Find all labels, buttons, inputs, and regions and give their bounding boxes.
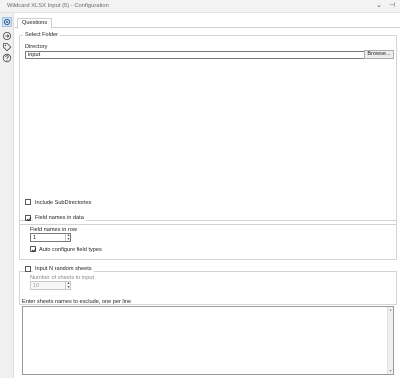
directory-label: Directory (25, 44, 48, 50)
field-names-in-data-label: Field names in data (33, 215, 86, 221)
tag-icon[interactable] (2, 42, 12, 52)
include-subdirectories-checkbox[interactable] (25, 199, 31, 205)
field-names-in-data-checkbox[interactable] (25, 215, 32, 222)
exclude-sheets-label: Enter sheets names to exclude, one per l… (22, 299, 132, 305)
auto-configure-checkbox[interactable] (30, 246, 37, 253)
configuration-panel: Questions Select Folder Directory input … (15, 13, 400, 378)
directory-input[interactable]: input (25, 51, 373, 59)
number-of-sheets-stepper[interactable]: 10 ▲ ▼ (30, 281, 71, 290)
pin-icon[interactable]: ⊣ (388, 1, 396, 11)
exclude-sheets-textarea[interactable]: ▲ ▼ (22, 306, 394, 375)
auto-configure-label: Auto configure field types (39, 247, 102, 253)
select-folder-title: Select Folder (23, 32, 60, 38)
tab-bar: Questions (15, 18, 400, 29)
connection-icon[interactable] (2, 31, 12, 41)
check-icon (31, 248, 37, 253)
check-icon (26, 217, 32, 222)
browse-button[interactable]: Browse... (364, 50, 394, 59)
select-folder-group (19, 35, 397, 225)
number-of-sheets-value: 10 (33, 283, 40, 289)
side-icon-rail (0, 13, 14, 378)
include-subdirectories-label: Include SubDirectories (35, 200, 92, 206)
window-title-bar: Wildcard XLSX Input (5) - Configuration … (0, 0, 400, 13)
stepper-down-icon[interactable]: ▼ (66, 237, 71, 242)
stepper-down-icon[interactable]: ▼ (66, 285, 71, 290)
tab-questions[interactable]: Questions (17, 18, 53, 29)
scroll-up-icon[interactable]: ▲ (388, 308, 393, 312)
collapse-icon[interactable]: ⌄ (375, 1, 383, 11)
field-names-group (19, 220, 397, 260)
settings-icon[interactable] (2, 17, 12, 27)
scroll-down-icon[interactable]: ▼ (388, 369, 393, 373)
window-title: Wildcard XLSX Input (5) - Configuration (7, 3, 109, 9)
field-names-row-stepper[interactable]: 1 ▲ ▼ (30, 233, 71, 242)
help-icon[interactable] (2, 53, 12, 63)
input-n-random-sheets-label: Input N random sheets (33, 266, 94, 272)
textarea-scrollbar[interactable]: ▲ ▼ (387, 307, 393, 374)
field-names-row-value: 1 (33, 235, 37, 241)
input-n-random-sheets-checkbox[interactable] (25, 266, 31, 272)
